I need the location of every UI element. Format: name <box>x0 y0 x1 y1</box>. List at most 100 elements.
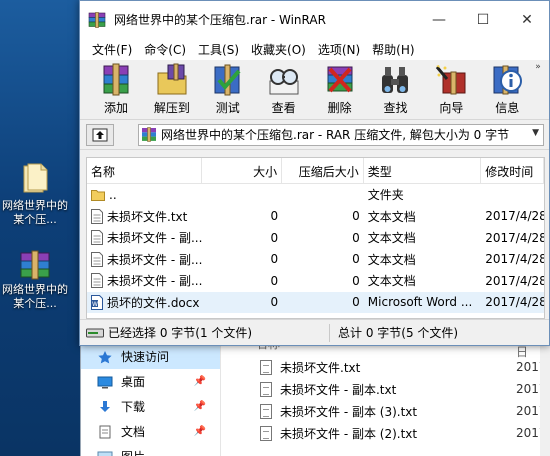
file-type: 文件夹 <box>367 188 404 203</box>
star-icon <box>98 350 112 363</box>
column-modified[interactable]: 修改时间 <box>481 158 544 184</box>
winrar-app-icon <box>88 11 106 28</box>
archive-path-text: 网络世界中的某个压缩包.rar - RAR 压缩文件, 解包大小为 0 字节 <box>161 128 510 142</box>
explorer-file-row[interactable]: 未损坏文件 - 副本 (3).txt 2017 <box>222 400 550 422</box>
file-packed-size: 0 <box>352 273 360 288</box>
winrar-archive-icon <box>142 127 156 142</box>
minimize-button[interactable]: — <box>417 1 461 38</box>
info-icon <box>493 65 523 95</box>
winrar-window: 网络世界中的某个压缩包.rar - WinRAR — ☐ ✕ 文件(F) 命令(… <box>79 0 550 346</box>
menu-bar: 文件(F) 命令(C) 工具(S) 收藏夹(O) 选项(N) 帮助(H) <box>80 38 549 60</box>
toolbar: 添加 解压到 测试 查看 删除 查找 向导 信息 » <box>80 60 549 120</box>
file-packed-size: 0 <box>352 209 360 224</box>
find-button[interactable]: 查找 <box>368 60 424 119</box>
file-packed-size: 0 <box>352 252 360 267</box>
nav-pictures[interactable]: 图片 <box>81 444 220 456</box>
text-file-icon <box>91 273 103 289</box>
text-file-icon <box>260 359 272 375</box>
file-row[interactable]: 未损坏文件 - 副... 0 0 文本文档 2017/4/28 <box>87 249 544 271</box>
view-button[interactable]: 查看 <box>256 60 312 119</box>
word-document-icon: W <box>91 294 103 310</box>
file-type: Microsoft Word ... <box>367 295 473 310</box>
wizard-button[interactable]: 向导 <box>423 60 479 119</box>
file-type: 文本文档 <box>367 252 416 267</box>
text-file-icon <box>260 425 272 441</box>
desktop-icon-rar-file[interactable]: 网络世界中的某个压... <box>0 250 70 311</box>
explorer-scrollbar[interactable] <box>540 344 550 456</box>
file-size: 0 <box>270 295 279 310</box>
menu-file[interactable]: 文件(F) <box>86 41 138 58</box>
file-size: 0 <box>270 209 279 224</box>
add-button[interactable]: 添加 <box>88 60 144 119</box>
file-row-parent-folder[interactable]: .. 文件夹 <box>87 184 544 206</box>
file-row-selected[interactable]: W 损坏的文件.docx 0 0 Microsoft Word ... 2017… <box>87 291 544 313</box>
up-one-level-button[interactable] <box>86 123 114 146</box>
documents-icon <box>99 425 111 438</box>
column-type[interactable]: 类型 <box>364 158 482 184</box>
explorer-file-row[interactable]: 未损坏文件 - 副本.txt 2017 <box>222 378 550 400</box>
desktop-icon-label: 网络世界中的某个压... <box>2 199 68 226</box>
extract-to-button[interactable]: 解压到 <box>144 60 200 119</box>
file-name: 未损坏文件 - 副... <box>107 252 203 267</box>
nav-documents[interactable]: 文档 📌 <box>81 419 220 444</box>
column-size[interactable]: 大小 <box>202 158 283 184</box>
close-button[interactable]: ✕ <box>505 1 549 38</box>
info-button[interactable]: 信息 <box>479 60 535 119</box>
column-packed-size[interactable]: 压缩后大小 <box>282 158 364 184</box>
pin-icon: 📌 <box>193 426 206 437</box>
file-type: 文本文档 <box>367 231 416 246</box>
svg-text:W: W <box>92 301 98 308</box>
file-list-header: 名称 大小 压缩后大小 类型 修改时间 <box>87 158 544 184</box>
explorer-nav-pane: 快速访问 桌面 📌 下载 📌 文档 📌 图片 <box>81 344 221 456</box>
desktop-icon-label: 网络世界中的某个压... <box>2 283 68 310</box>
folder-icon <box>91 189 105 201</box>
file-size: 0 <box>270 252 279 267</box>
nav-downloads[interactable]: 下载 📌 <box>81 394 220 419</box>
nav-desktop[interactable]: 桌面 📌 <box>81 369 220 394</box>
file-row[interactable]: 未损坏文件 - 副... 0 0 文本文档 2017/4/28 <box>87 270 544 292</box>
delete-icon <box>327 66 353 93</box>
pictures-icon <box>97 451 113 456</box>
file-name: .. <box>109 187 117 202</box>
menu-help[interactable]: 帮助(H) <box>366 41 420 58</box>
file-type: 文本文档 <box>367 274 416 289</box>
text-file-icon <box>91 251 103 267</box>
file-name: 未损坏文件.txt <box>107 209 188 224</box>
extract-icon <box>157 63 187 95</box>
menu-commands[interactable]: 命令(C) <box>138 41 192 58</box>
nav-quick-access[interactable]: 快速访问 <box>81 344 220 369</box>
explorer-file-list: 名称 修改日 未损坏文件.txt 2017 未损坏文件 - 副本.txt 201… <box>222 328 550 456</box>
chevron-down-icon[interactable]: ▼ <box>532 128 539 138</box>
menu-options[interactable]: 选项(N) <box>312 41 366 58</box>
folder-icon <box>23 163 48 193</box>
text-file-icon <box>91 230 103 246</box>
file-modified: 2017/4/28 <box>485 230 544 245</box>
desktop-icon <box>97 376 113 388</box>
view-icon <box>269 69 299 95</box>
archive-path-combo[interactable]: 网络世界中的某个压缩包.rar - RAR 压缩文件, 解包大小为 0 字节 ▼ <box>138 123 544 146</box>
total-status: 总计 0 字节(5 个文件) <box>338 326 459 340</box>
file-explorer-window: 快速访问 桌面 📌 下载 📌 文档 📌 图片 名称 修改日 未损坏文件. <box>80 328 550 456</box>
title-bar[interactable]: 网络世界中的某个压缩包.rar - WinRAR — ☐ ✕ <box>80 1 549 38</box>
menu-favorites[interactable]: 收藏夹(O) <box>245 41 312 58</box>
test-button[interactable]: 测试 <box>200 60 256 119</box>
file-packed-size: 0 <box>352 230 360 245</box>
file-row[interactable]: 未损坏文件 - 副... 0 0 文本文档 2017/4/28 <box>87 227 544 249</box>
selection-status: 已经选择 0 字节(1 个文件) <box>108 326 253 340</box>
toolbar-overflow-chevron-icon[interactable]: » <box>535 60 549 119</box>
wizard-icon <box>436 65 466 95</box>
file-modified: 2017/4/28 <box>485 209 544 224</box>
column-name[interactable]: 名称 <box>87 158 203 184</box>
address-bar: 网络世界中的某个压缩包.rar - RAR 压缩文件, 解包大小为 0 字节 ▼ <box>80 120 549 150</box>
file-type: 文本文档 <box>367 209 416 224</box>
text-file-icon <box>260 381 272 397</box>
pin-icon: 📌 <box>193 401 206 412</box>
delete-button[interactable]: 删除 <box>312 60 368 119</box>
desktop-icon-archive-folder[interactable]: 网络世界中的某个压... <box>0 162 70 227</box>
explorer-file-row[interactable]: 未损坏文件 - 副本 (2).txt 2017 <box>222 422 550 444</box>
explorer-file-row[interactable]: 未损坏文件.txt 2017 <box>222 356 550 378</box>
maximize-button[interactable]: ☐ <box>461 1 505 38</box>
menu-tools[interactable]: 工具(S) <box>192 41 245 58</box>
file-row[interactable]: 未损坏文件.txt 0 0 文本文档 2017/4/28 <box>87 206 544 228</box>
winrar-archive-icon <box>20 250 50 280</box>
